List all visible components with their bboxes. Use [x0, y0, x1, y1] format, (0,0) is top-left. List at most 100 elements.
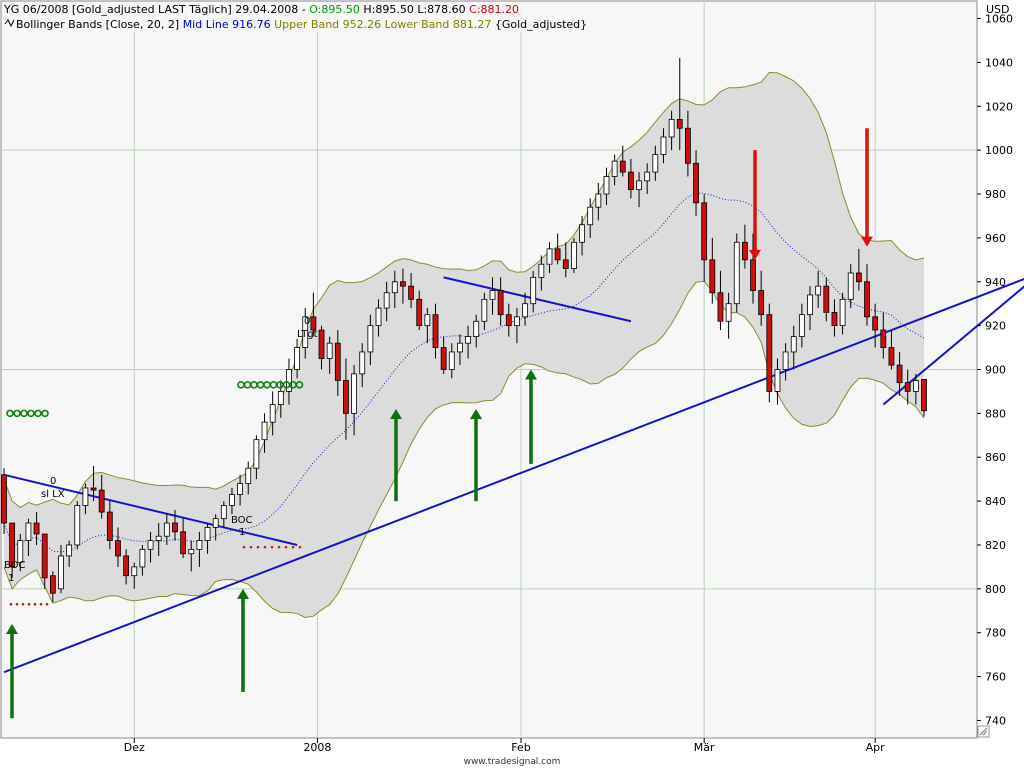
- signal-dot: [249, 545, 253, 549]
- signal-dot: [21, 602, 25, 606]
- y-tick-label: 1040: [985, 56, 1013, 69]
- candle-body: [587, 206, 594, 226]
- candle-body: [58, 555, 64, 590]
- lower-band-value: Lower Band 881.27: [381, 18, 491, 31]
- candle-body: [595, 193, 602, 208]
- candle-body: [514, 316, 520, 327]
- candle-body: [611, 160, 618, 177]
- footer-credit: www.tradesignal.com: [464, 757, 561, 767]
- candle-body: [204, 527, 211, 541]
- candle-body: [375, 307, 382, 327]
- candle-body: [400, 281, 406, 287]
- signal-dot: [27, 602, 31, 606]
- candle-body: [229, 494, 235, 506]
- y-tick-label: 960: [985, 232, 1006, 245]
- candle-body: [530, 276, 537, 305]
- candle-body: [676, 119, 683, 129]
- candle-body: [571, 241, 577, 270]
- candle-body: [855, 272, 862, 283]
- mid-line-value: Mid Line 916.76: [183, 18, 271, 31]
- candle-body: [758, 290, 765, 316]
- signal-dot: [15, 602, 19, 606]
- signal-dot: [284, 545, 288, 549]
- upper-band-value: Upper Band 952.26: [271, 18, 382, 31]
- y-tick-label: 1060: [985, 13, 1013, 26]
- candle-body: [123, 555, 130, 577]
- candle-body: [25, 522, 32, 541]
- candle-body: [448, 351, 455, 370]
- candle-body: [41, 533, 48, 579]
- candle-body: [888, 347, 895, 366]
- x-tick-label: Feb: [511, 741, 530, 754]
- open-value: O:895.50: [309, 3, 360, 16]
- ltgt-label: LTgt: [297, 329, 318, 340]
- candle-body: [831, 312, 838, 327]
- header-line-2: Bollinger Bands [Close, 20, 2] Mid Line …: [16, 18, 587, 31]
- header-prefix: YG 06/2008 [Gold_adjusted LAST Täglich] …: [3, 3, 309, 16]
- candle-body: [904, 382, 911, 392]
- candle-body: [269, 404, 276, 423]
- boc-count-1: 1: [8, 573, 14, 584]
- candle-body: [579, 224, 585, 243]
- candle-body: [546, 248, 553, 265]
- candle-body: [815, 285, 822, 296]
- candle-body: [408, 285, 414, 300]
- candle-body: [766, 314, 773, 392]
- candle-body: [660, 136, 667, 155]
- candle-body: [277, 391, 284, 405]
- candle-body: [367, 325, 374, 353]
- signal-dot: [39, 602, 43, 606]
- candle-body: [326, 342, 333, 359]
- candle-body: [1, 474, 7, 524]
- signal-dot: [9, 602, 13, 606]
- y-tick-label: 1020: [985, 100, 1013, 113]
- y-tick-label: 820: [985, 539, 1006, 552]
- high-low-values: H:895.50 L:878.60: [360, 3, 469, 16]
- signal-dot: [298, 545, 302, 549]
- candle-body: [98, 489, 105, 513]
- candle-body: [652, 154, 659, 173]
- candle-body: [457, 342, 463, 353]
- price-chart: BOC 1 0 sl LX BOC 1 0 LTgt YG 06/2008 [G…: [0, 0, 1024, 768]
- y-tick-label: 940: [985, 276, 1006, 289]
- candle-body: [155, 535, 162, 541]
- candle-body: [383, 292, 390, 309]
- y-tick-label: 1000: [985, 144, 1013, 157]
- candle-body: [921, 378, 927, 412]
- boc-count-2: 1: [239, 527, 245, 538]
- signal-dot: [263, 545, 267, 549]
- candle-body: [823, 285, 830, 313]
- candle-body: [896, 364, 903, 384]
- candle-body: [115, 540, 121, 557]
- close-value: C:881.20: [469, 3, 519, 16]
- candle-body: [554, 248, 561, 261]
- candle-body: [424, 314, 431, 327]
- signal-dot: [33, 602, 37, 606]
- chart-window: BOC 1 0 sl LX BOC 1 0 LTgt YG 06/2008 [G…: [0, 0, 1024, 768]
- y-tick-label: 880: [985, 407, 1006, 420]
- x-tick-label: 2008: [303, 741, 331, 754]
- candle-body: [782, 351, 789, 370]
- candle-body: [163, 522, 170, 537]
- candle-body: [49, 575, 56, 594]
- candle-body: [790, 336, 797, 353]
- candle-body: [701, 202, 708, 261]
- candle-body: [872, 316, 879, 331]
- candle-body: [180, 531, 187, 555]
- candle-body: [619, 160, 626, 173]
- resize-grip-icon[interactable]: [977, 725, 990, 738]
- candle-body: [505, 314, 512, 327]
- candle-body: [562, 259, 569, 270]
- candle-body: [750, 259, 756, 291]
- candle-body: [318, 329, 325, 359]
- candle-body: [261, 421, 268, 441]
- indicator-name: Bollinger Bands [Close, 20, 2]: [16, 18, 183, 31]
- candle-body: [220, 505, 227, 520]
- candle-body: [66, 544, 73, 557]
- candle-body: [237, 483, 244, 495]
- candle-body: [741, 241, 748, 261]
- indicator-source: {Gold_adjusted}: [491, 18, 587, 31]
- y-tick-label: 980: [985, 188, 1006, 201]
- candle-body: [644, 171, 651, 182]
- candle-body: [416, 298, 423, 327]
